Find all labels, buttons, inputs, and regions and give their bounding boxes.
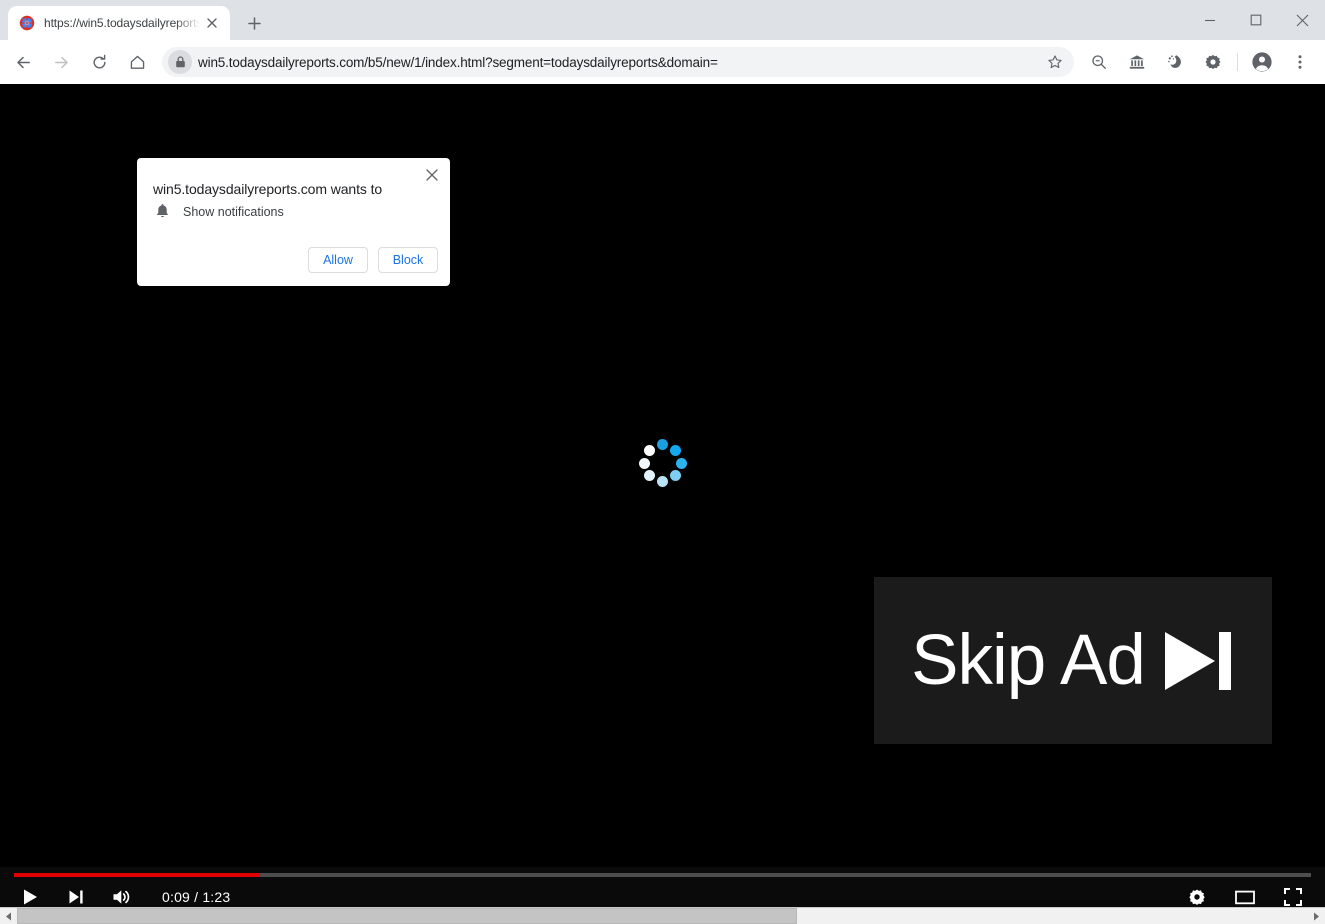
close-button[interactable] (1279, 0, 1325, 40)
scrollbar-thumb[interactable] (17, 908, 797, 924)
block-button[interactable]: Block (378, 247, 438, 273)
spinner-dot (676, 458, 687, 469)
profile-avatar-icon[interactable] (1246, 46, 1278, 78)
tab-title: https://win5.todaysdailyreports.c (44, 16, 200, 30)
url-text[interactable]: win5.todaysdailyreports.com/b5/new/1/ind… (194, 55, 1042, 70)
star-icon[interactable] (1042, 49, 1068, 75)
scrollbar-track[interactable] (17, 908, 1308, 924)
bell-icon (153, 203, 171, 221)
progress-bar-track[interactable] (14, 873, 1311, 877)
back-arrow-icon[interactable] (7, 46, 39, 78)
maximize-button[interactable] (1233, 0, 1279, 40)
toolbar-divider (1237, 53, 1238, 71)
gear-extension-icon[interactable] (1197, 46, 1229, 78)
reload-icon[interactable] (83, 46, 115, 78)
home-icon[interactable] (121, 46, 153, 78)
forward-arrow-icon (45, 46, 77, 78)
tab-close-icon[interactable] (202, 13, 222, 33)
close-icon[interactable] (420, 163, 444, 187)
page-viewport: win5.todaysdailyreports.com wants to Sho… (0, 84, 1325, 924)
skip-forward-icon (1161, 628, 1235, 694)
bank-icon[interactable] (1121, 46, 1153, 78)
globe-favicon (19, 15, 35, 31)
zoom-out-icon[interactable] (1083, 46, 1115, 78)
horizontal-scrollbar[interactable] (0, 907, 1325, 924)
extension-ink-icon[interactable] (1159, 46, 1191, 78)
spinner-dot (639, 458, 650, 469)
browser-tab[interactable]: https://win5.todaysdailyreports.c (8, 6, 230, 40)
scroll-right-arrow-icon[interactable] (1308, 908, 1325, 924)
address-bar[interactable]: win5.todaysdailyreports.com/b5/new/1/ind… (162, 47, 1074, 77)
lock-icon[interactable] (166, 50, 194, 74)
notification-permission-dialog: win5.todaysdailyreports.com wants to Sho… (137, 158, 450, 286)
permission-row: Show notifications (153, 203, 284, 221)
spinner-dot (670, 470, 681, 481)
spinner-dot (657, 476, 668, 487)
window-controls (1187, 0, 1325, 40)
browser-window: https://win5.todaysdailyreports.c win5.t… (0, 0, 1325, 924)
new-tab-button[interactable] (240, 9, 268, 37)
browser-toolbar: win5.todaysdailyreports.com/b5/new/1/ind… (0, 40, 1325, 84)
skip-ad-button[interactable]: Skip Ad (874, 577, 1272, 744)
spinner-dot (644, 470, 655, 481)
permission-dialog-title: win5.todaysdailyreports.com wants to (153, 181, 383, 197)
timecode-display: 0:09 / 1:23 (162, 889, 231, 905)
tab-strip: https://win5.todaysdailyreports.c (0, 0, 1325, 40)
progress-bar-fill (14, 873, 261, 877)
scroll-left-arrow-icon[interactable] (0, 908, 17, 924)
spinner-dot (670, 445, 681, 456)
allow-button[interactable]: Allow (308, 247, 368, 273)
permission-label: Show notifications (183, 205, 284, 219)
spinner-dot (657, 439, 668, 450)
loading-spinner (639, 439, 687, 487)
skip-ad-label: Skip Ad (911, 621, 1146, 700)
permission-actions: Allow Block (308, 247, 438, 273)
three-dot-menu-icon[interactable] (1284, 46, 1316, 78)
spinner-dot (644, 445, 655, 456)
minimize-button[interactable] (1187, 0, 1233, 40)
